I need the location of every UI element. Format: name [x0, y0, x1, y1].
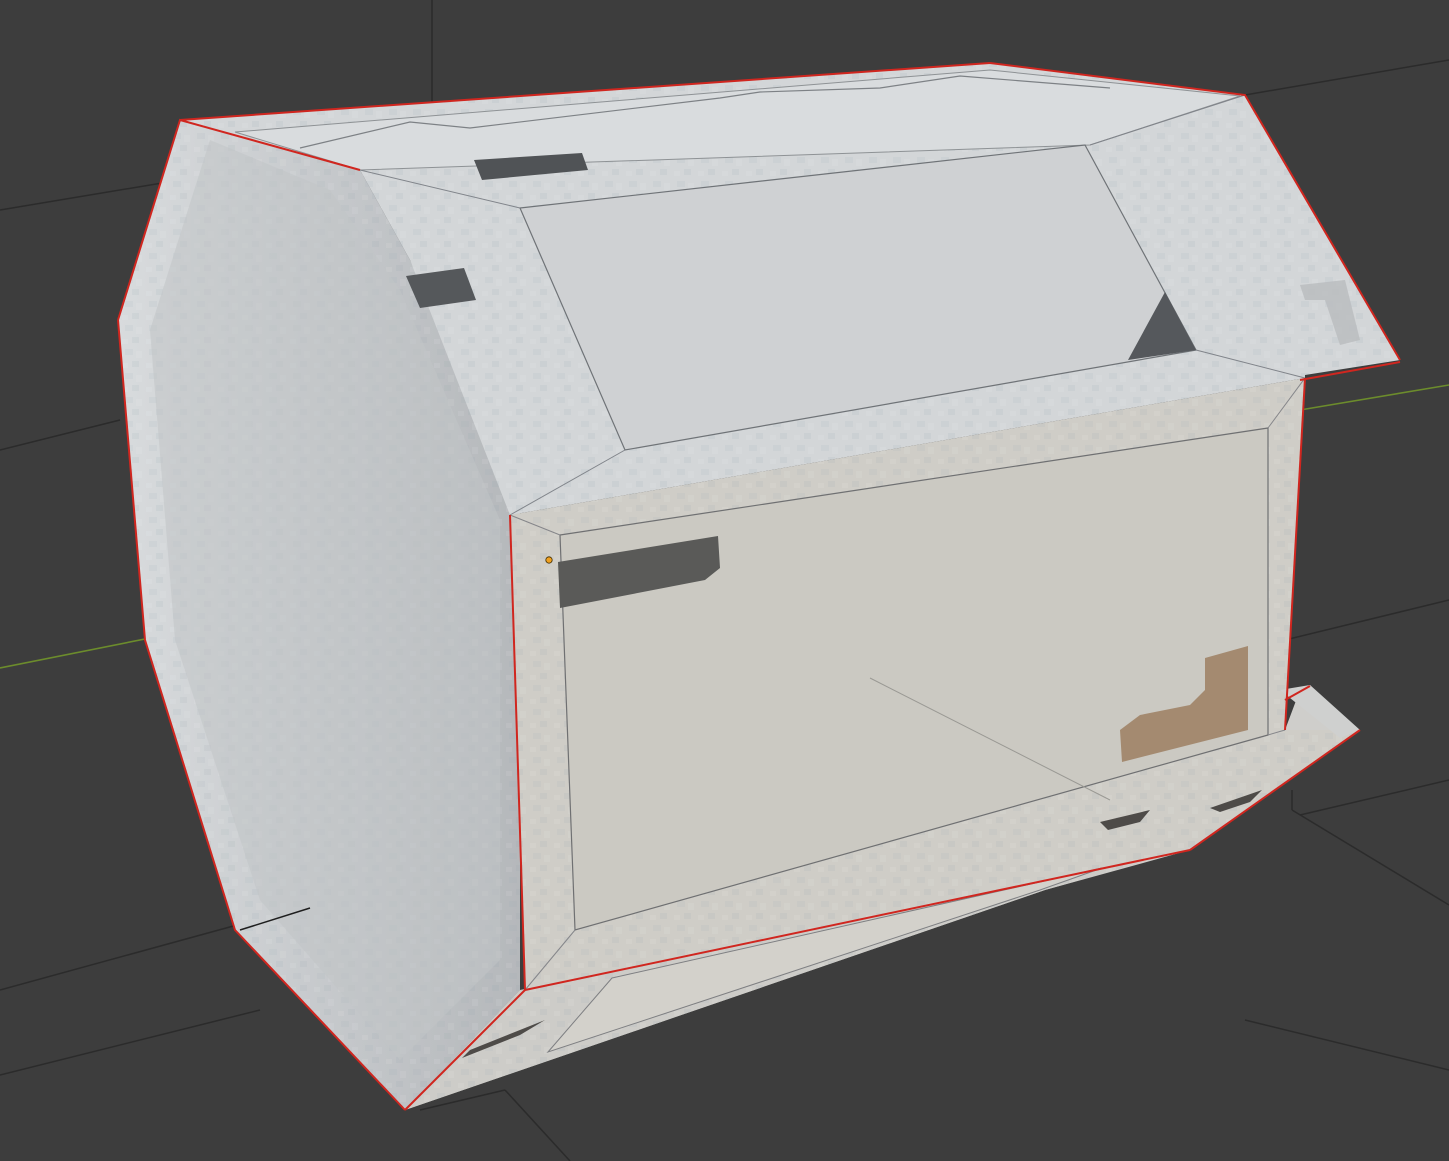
- viewport-canvas[interactable]: [0, 0, 1449, 1161]
- 3d-viewport[interactable]: [0, 0, 1449, 1161]
- active-vertex[interactable]: [545, 556, 553, 564]
- x-axis-line-right: [1299, 384, 1449, 411]
- mesh-object[interactable]: [117, 62, 1401, 1111]
